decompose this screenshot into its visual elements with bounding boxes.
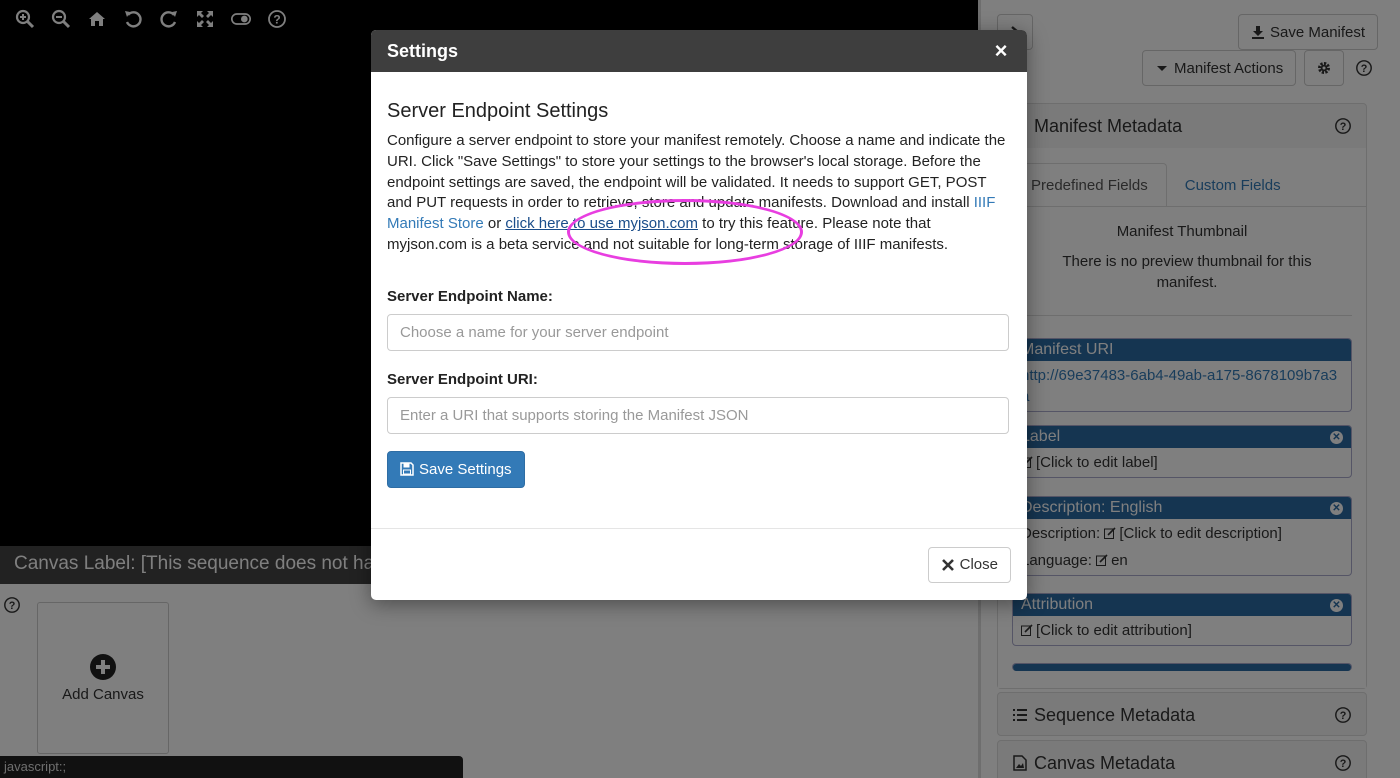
description-text-2: or [483, 215, 506, 233]
close-icon [941, 558, 954, 571]
save-settings-label: Save Settings [419, 460, 512, 478]
modal-footer: Close [371, 528, 1027, 600]
endpoint-uri-label: Server Endpoint URI: [387, 370, 538, 388]
close-button[interactable]: Close [927, 546, 1011, 583]
close-icon[interactable]: × [991, 38, 1011, 63]
section-heading: Server Endpoint Settings [387, 100, 609, 122]
save-settings-button[interactable]: Save Settings [387, 450, 525, 488]
modal-body: Server Endpoint Settings Configure a ser… [371, 72, 1027, 488]
modal-header: Settings × [371, 30, 1027, 72]
modal-title: Settings [387, 40, 459, 61]
close-label: Close [959, 556, 998, 573]
endpoint-uri-input[interactable] [387, 396, 1009, 434]
endpoint-description: Configure a server endpoint to store you… [387, 131, 1011, 265]
endpoint-name-label: Server Endpoint Name: [387, 287, 553, 305]
settings-modal: Settings × Server Endpoint Settings Conf… [371, 30, 1027, 600]
description-text-1: Configure a server endpoint to store you… [387, 132, 1006, 212]
myjson-link[interactable]: click here to use myjson.com [505, 215, 698, 232]
endpoint-name-input[interactable] [387, 313, 1009, 351]
floppy-disk-icon [400, 462, 414, 477]
